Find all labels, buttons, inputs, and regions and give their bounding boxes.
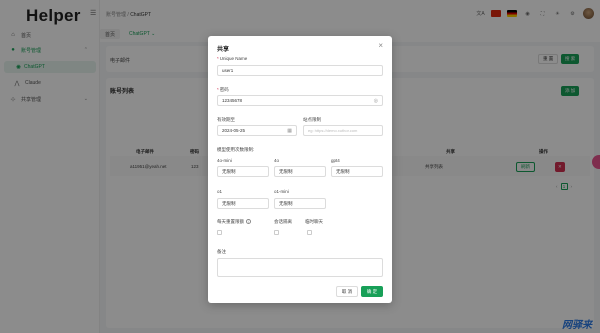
remark-textarea[interactable]: [217, 258, 383, 277]
remark-label: 备注: [217, 249, 226, 254]
close-icon[interactable]: ×: [378, 41, 383, 50]
cancel-button[interactable]: 取 消: [336, 286, 358, 297]
model-input-o1[interactable]: 无限制: [217, 198, 269, 209]
share-dialog: 共享 × *Unique Name user1 *密码 12345678 ◎ 有…: [208, 36, 392, 303]
model-label-gpt4: gpt4: [331, 158, 340, 163]
password-label: *密码: [217, 87, 229, 92]
calendar-icon[interactable]: ▦: [287, 128, 292, 134]
site-limit-input[interactable]: eg: https://demo.xuthor.com: [303, 125, 383, 136]
unique-name-label: *Unique Name: [217, 56, 248, 61]
daily-reset-checkbox[interactable]: [217, 230, 222, 235]
model-label-4o-mini: 4o-mini: [217, 158, 232, 163]
temp-chat-label: 临时聊天: [305, 219, 323, 224]
password-input[interactable]: 12345678 ◎: [217, 95, 383, 106]
info-icon[interactable]: i: [246, 219, 251, 224]
model-limit-label: 模型使用次数限制:: [217, 147, 255, 152]
password-value: 12345678: [222, 98, 243, 103]
model-input-4o[interactable]: 无限制: [274, 166, 326, 177]
model-label-o1-mini: o1-mini: [274, 189, 289, 194]
expire-label: 有效期至: [217, 117, 235, 122]
confirm-button[interactable]: 确 定: [361, 286, 383, 297]
temp-chat-checkbox[interactable]: [307, 230, 312, 235]
expire-date-input[interactable]: 2024-05-25 ▦: [217, 125, 297, 136]
model-input-o1-mini[interactable]: 无限制: [274, 198, 326, 209]
session-isolation-label: 会话隔离: [274, 219, 292, 224]
site-limit-label: 站点限制: [303, 117, 321, 122]
unique-name-input[interactable]: user1: [217, 65, 383, 76]
dialog-title: 共享: [217, 47, 230, 53]
model-input-4o-mini[interactable]: 无限制: [217, 166, 269, 177]
expire-date-value: 2024-05-25: [222, 128, 246, 133]
session-isolation-checkbox[interactable]: [274, 230, 279, 235]
eye-icon[interactable]: ◎: [374, 98, 378, 104]
model-label-4o: 4o: [274, 158, 280, 163]
model-input-gpt4[interactable]: 无限制: [331, 166, 383, 177]
model-label-o1: o1: [217, 189, 223, 194]
daily-reset-label: 每天重置限额 i: [217, 219, 251, 225]
